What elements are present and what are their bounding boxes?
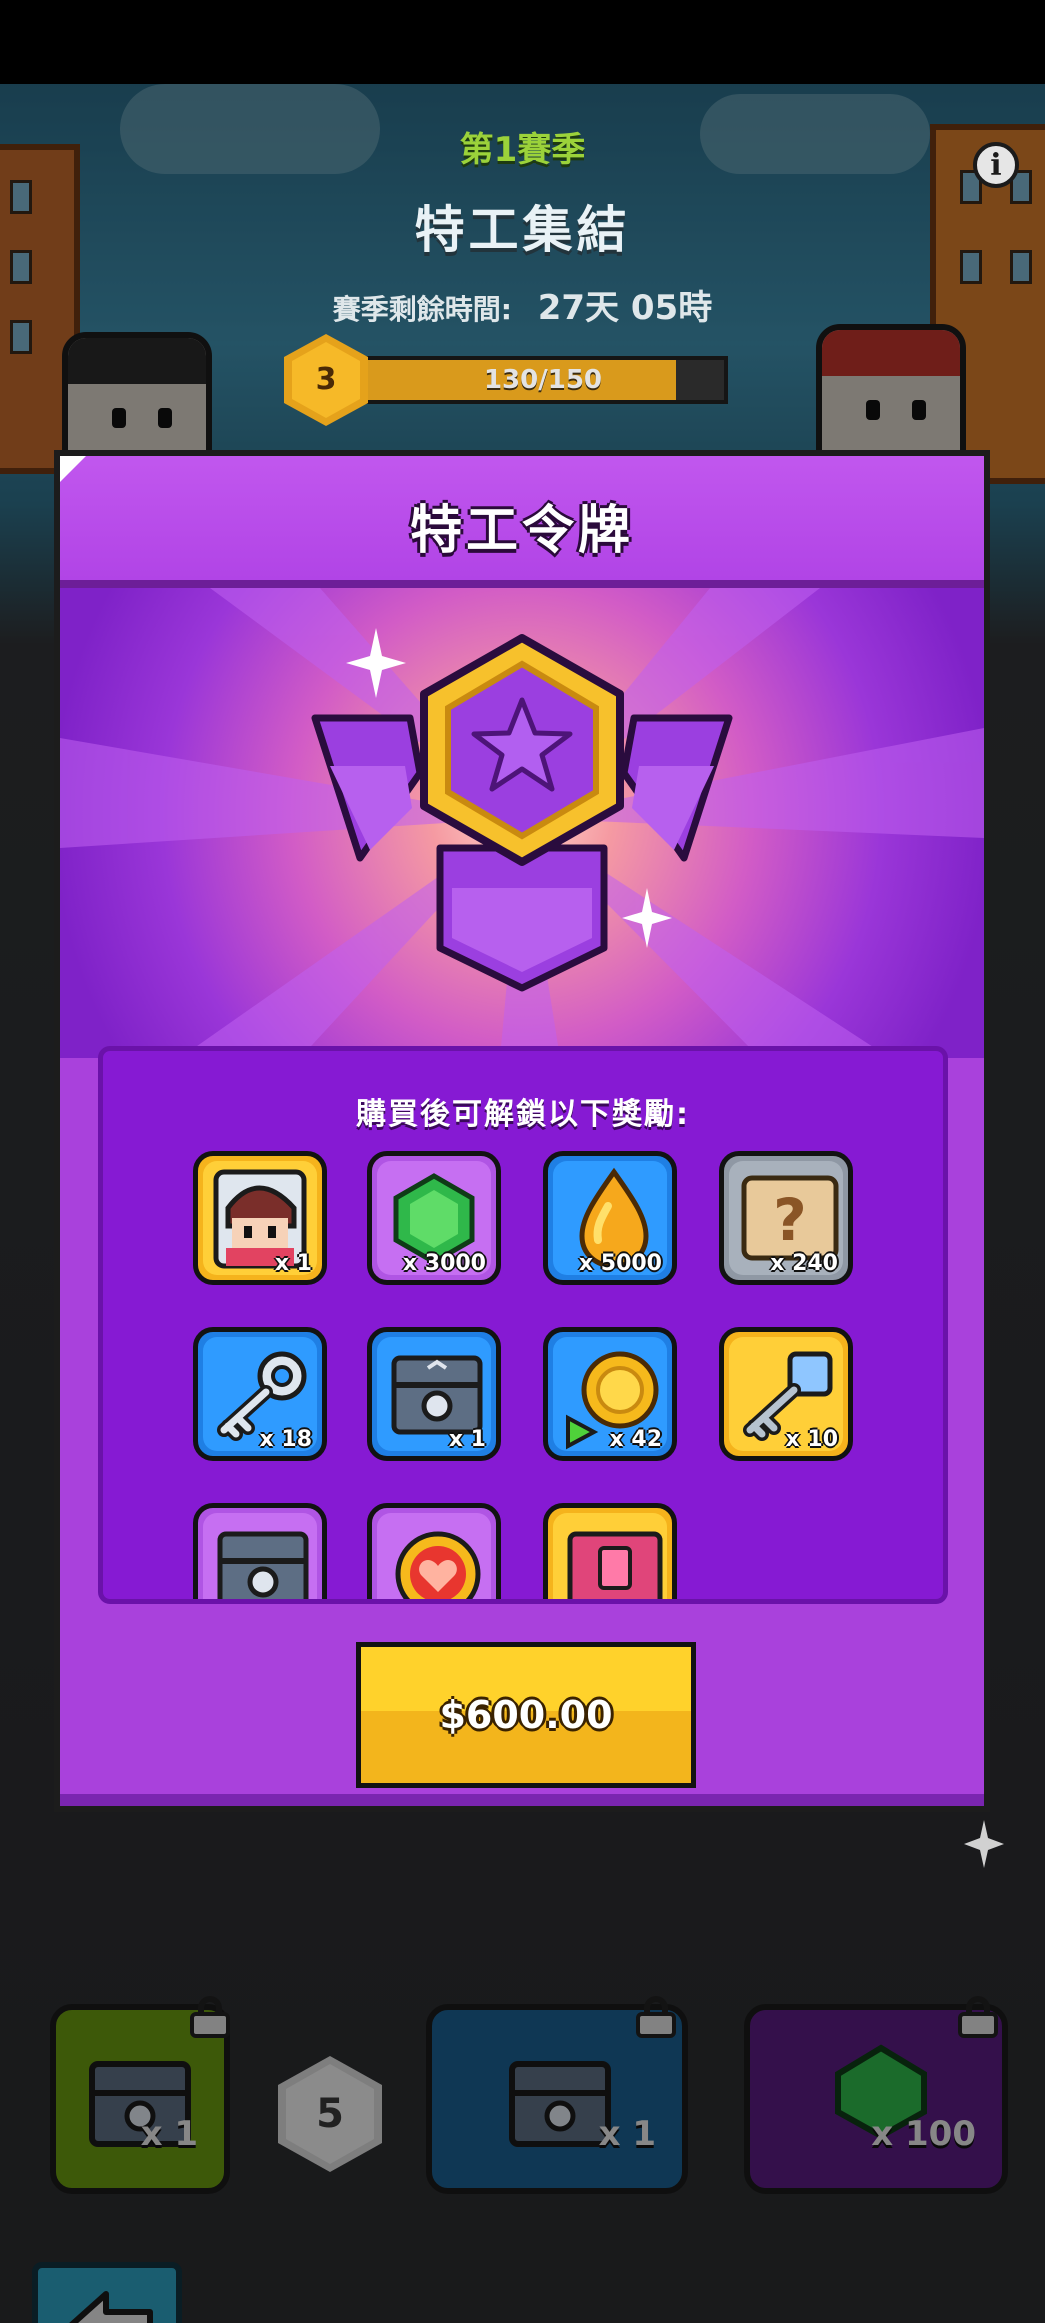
reward-qty: x 5000 — [578, 1251, 662, 1276]
reward-tile-purple-chest[interactable] — [193, 1503, 327, 1599]
remaining-label: 賽季剩餘時間: — [332, 293, 512, 326]
sparkle-icon — [346, 628, 406, 698]
sparkle-icon — [964, 1820, 1004, 1868]
purchase-button[interactable]: $600.00 — [356, 1642, 696, 1788]
purchase-price: $600.00 — [439, 1693, 613, 1737]
reward-qty: x 240 — [770, 1251, 838, 1276]
agent-pass-badge-icon — [311, 634, 733, 992]
pass-badge-hero — [60, 588, 984, 1058]
heart-token-icon — [395, 1531, 481, 1599]
reward-tile-heart[interactable] — [367, 1503, 501, 1599]
modal-title: 特工令牌 — [409, 501, 634, 561]
season-label: 第1賽季 — [459, 130, 586, 170]
reward-qty: x 18 — [259, 1427, 312, 1452]
info-icon[interactable]: i — [973, 142, 1019, 188]
reward-qty: x 1 — [274, 1251, 312, 1276]
status-bar — [0, 0, 1045, 84]
reward-tile-drops[interactable]: x 5000 — [543, 1151, 677, 1285]
level-number: 3 — [292, 342, 360, 418]
xp-progress-bar: 130/150 — [358, 356, 728, 404]
reward-qty: x 42 — [609, 1427, 662, 1452]
modal-header: 特工令牌 — [60, 456, 984, 588]
agent-pass-modal: 特工令牌 購買後可解鎖以下獎勵: x 1 x 3000 x 5000 ? x 2… — [54, 450, 990, 1812]
reward-tile-gems[interactable]: x 3000 — [367, 1151, 501, 1285]
sparkle-icon — [622, 888, 672, 948]
purple-chest-icon — [217, 1531, 309, 1599]
season-remaining: 賽季剩餘時間: 27天 05時 — [0, 280, 1045, 329]
reward-tile-gold-key[interactable]: x 10 — [719, 1327, 853, 1461]
reward-qty: x 10 — [785, 1427, 838, 1452]
reward-tile-map[interactable]: ? x 240 — [719, 1151, 853, 1285]
reward-tile-agent[interactable]: x 1 — [193, 1151, 327, 1285]
reward-qty: x 3000 — [402, 1251, 486, 1276]
rewards-panel[interactable]: 購買後可解鎖以下獎勵: x 1 x 3000 x 5000 ? x 240 x … — [98, 1046, 948, 1604]
reward-qty: x 1 — [448, 1427, 486, 1452]
reward-tile-coins[interactable]: x 42 — [543, 1327, 677, 1461]
event-title: 特工集結 — [414, 201, 631, 259]
reward-tile-pink-chest[interactable] — [543, 1503, 677, 1599]
reward-tile-silver-key[interactable]: x 18 — [193, 1327, 327, 1461]
xp-progress-text: 130/150 — [483, 365, 603, 395]
reward-tile-blue-chest[interactable]: x 1 — [367, 1327, 501, 1461]
remaining-value: 27天 05時 — [537, 288, 713, 328]
rewards-caption: 購買後可解鎖以下獎勵: — [356, 1097, 690, 1132]
svg-text:?: ? — [773, 1186, 807, 1254]
pink-chest-icon — [567, 1531, 663, 1599]
